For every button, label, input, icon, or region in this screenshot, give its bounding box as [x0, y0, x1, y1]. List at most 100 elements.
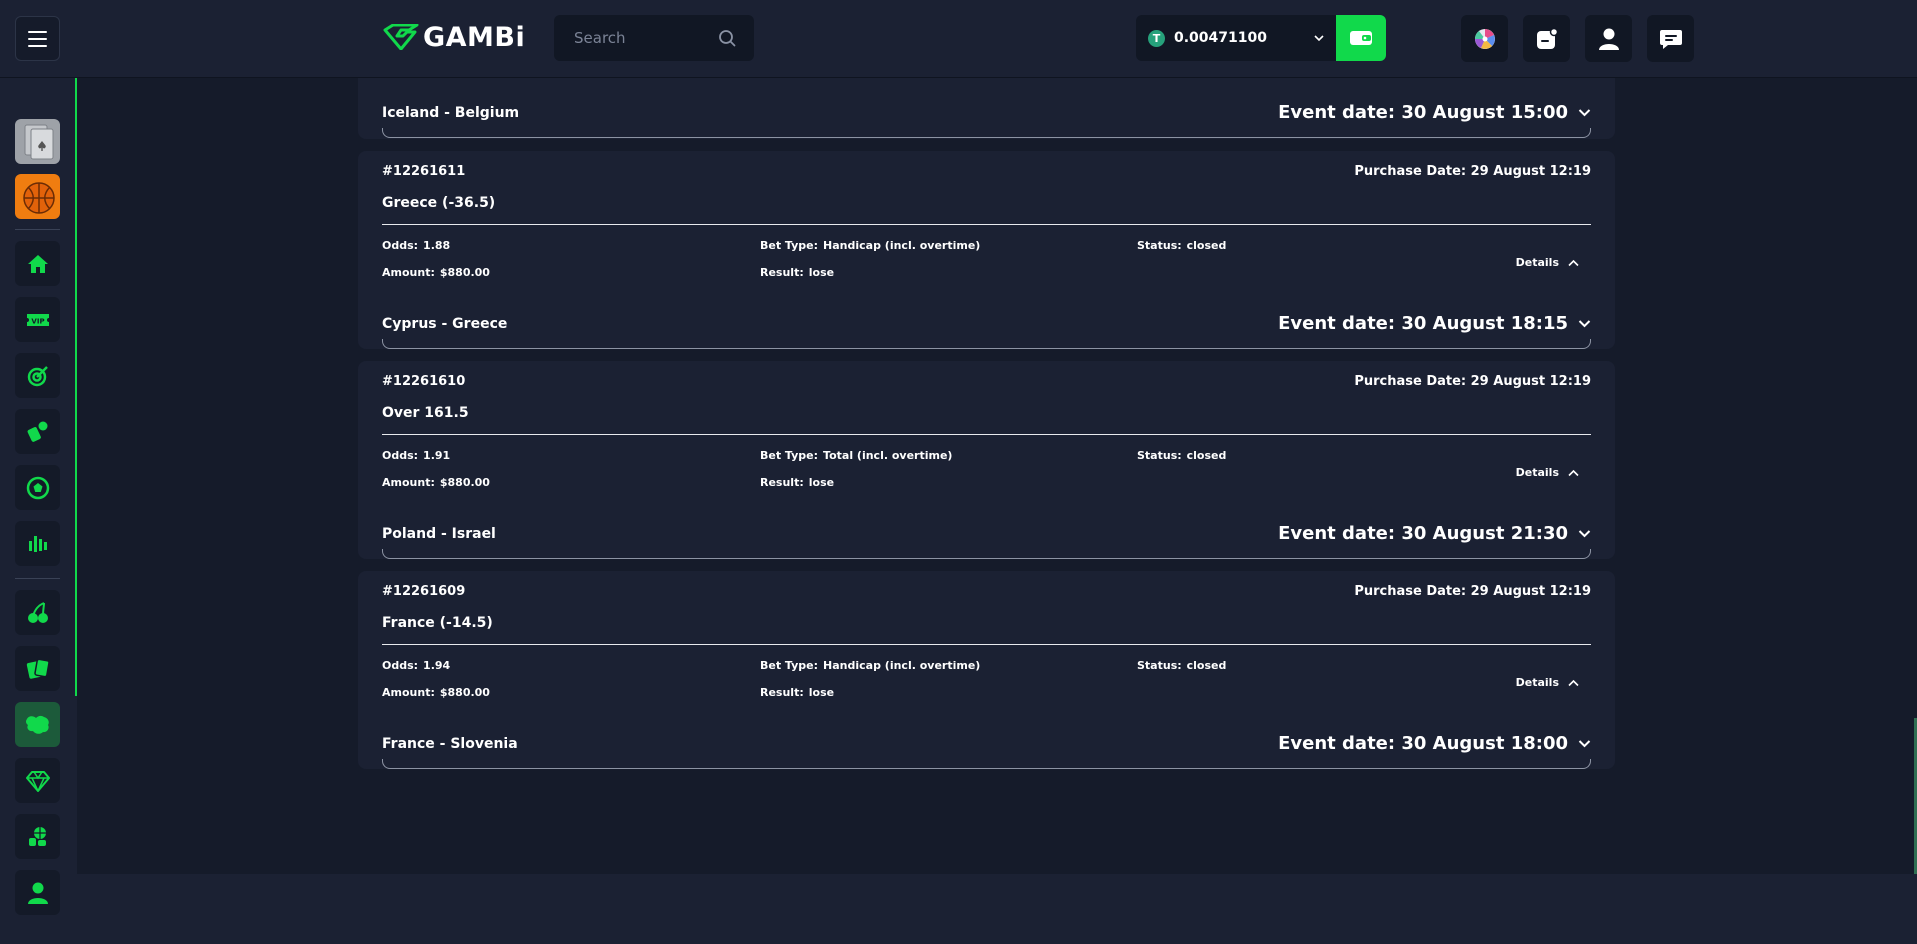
svg-text:VIP: VIP — [31, 317, 44, 325]
sidebar-item-trading[interactable] — [15, 521, 60, 566]
sidebar-card-game-tile[interactable] — [15, 119, 60, 164]
basketball-player-icon — [28, 826, 46, 846]
bet-type-value: Handicap (incl. overtime) — [823, 239, 981, 252]
bet-type-value: Total (incl. overtime) — [823, 449, 953, 462]
bet-selection: Over 161.5 — [382, 405, 469, 421]
sidebar-item-target[interactable] — [15, 353, 60, 398]
amount-value: $880.00 — [439, 266, 490, 279]
odds-field: Odds: 1.91 — [382, 449, 451, 462]
event-date-toggle[interactable]: Event date: 30 August 15:00 — [1278, 102, 1591, 123]
cherries-icon — [27, 601, 48, 623]
search-icon[interactable] — [718, 29, 736, 47]
bet-id: #12261611 — [382, 164, 466, 179]
result-field: Result: lose — [760, 476, 835, 489]
brand-logo[interactable]: GAMBi — [383, 20, 525, 54]
event-date-toggle[interactable]: Event date: 30 August 18:00 — [1278, 733, 1591, 754]
status-value: closed — [1186, 449, 1227, 462]
event-date-toggle[interactable]: Event date: 30 August 18:15 — [1278, 313, 1591, 334]
bet-type-field: Bet Type: Handicap (incl. overtime) — [760, 239, 981, 252]
chevron-down-icon — [1578, 320, 1591, 328]
sidebar-item-world[interactable] — [15, 702, 60, 747]
bet-type-field: Bet Type: Total (incl. overtime) — [760, 449, 953, 462]
match-name: Cyprus - Greece — [382, 316, 508, 332]
balance-selector[interactable]: T 0.00471100 — [1136, 15, 1336, 61]
status-value: closed — [1186, 239, 1227, 252]
status-field: Status: closed — [1137, 239, 1227, 252]
odds-field: Odds: 1.94 — [382, 659, 451, 672]
menu-button[interactable] — [15, 16, 60, 61]
bet-card: #12261611 Purchase Date: 29 August 12:19… — [358, 151, 1615, 349]
football-icon — [26, 476, 49, 499]
profile-button[interactable] — [1585, 15, 1632, 62]
result-field: Result: lose — [760, 266, 835, 279]
chevron-up-icon — [1568, 679, 1579, 686]
wallet-icon — [1350, 31, 1372, 45]
wallet-button[interactable] — [1336, 15, 1386, 61]
sidebar-item-vip[interactable]: VIP — [15, 297, 60, 342]
notifications-button[interactable] — [1523, 15, 1570, 62]
match-name: Iceland - Belgium — [382, 105, 520, 121]
chat-button[interactable] — [1647, 15, 1694, 62]
user-icon — [1598, 28, 1619, 50]
target-icon — [27, 365, 48, 386]
details-toggle[interactable]: Details — [1516, 466, 1579, 479]
sidebar-item-football[interactable] — [15, 465, 60, 510]
search-box[interactable] — [554, 15, 754, 61]
user-icon — [27, 882, 48, 904]
cards-icon — [26, 658, 50, 679]
amount-value: $880.00 — [439, 686, 490, 699]
amount-value: $880.00 — [439, 476, 490, 489]
tether-coin-icon: T — [1148, 29, 1165, 47]
sidebar-item-cards[interactable] — [15, 646, 60, 691]
sidebar-item-slots[interactable] — [15, 590, 60, 635]
amount-field: Amount: $880.00 — [382, 476, 490, 489]
sidebar-item-basketball[interactable] — [15, 814, 60, 859]
bet-card-partial: Iceland - Belgium Event date: 30 August … — [358, 78, 1615, 139]
sidebar-item-sports[interactable] — [15, 409, 60, 454]
bet-id: #12261609 — [382, 584, 466, 599]
sidebar-item-home[interactable] — [15, 241, 60, 286]
balance-value: 0.00471100 — [1174, 30, 1267, 46]
home-icon — [27, 254, 48, 273]
notification-icon — [1536, 27, 1558, 49]
chevron-up-icon — [1568, 469, 1579, 476]
bet-selection: Greece (-36.5) — [382, 195, 496, 211]
event-date: Event date: 30 August 18:15 — [1278, 313, 1568, 334]
purchase-date: Purchase Date: 29 August 12:19 — [1354, 374, 1591, 389]
chevron-down-icon — [1578, 530, 1591, 538]
chevron-down-icon — [1314, 35, 1324, 42]
event-date: Event date: 30 August 15:00 — [1278, 102, 1568, 123]
odds-value: 1.88 — [423, 239, 451, 252]
wheel-of-fortune-button[interactable] — [1461, 15, 1508, 62]
result-value: lose — [808, 266, 835, 279]
event-date: Event date: 30 August 21:30 — [1278, 523, 1568, 544]
content-footer-band — [77, 874, 1917, 944]
details-toggle[interactable]: Details — [1516, 676, 1579, 689]
event-date: Event date: 30 August 18:00 — [1278, 733, 1568, 754]
sidebar-basketball-tile[interactable] — [15, 174, 60, 219]
bet-id: #12261610 — [382, 374, 466, 389]
vip-icon: VIP — [26, 313, 49, 326]
search-input[interactable] — [574, 29, 704, 47]
odds-field: Odds: 1.88 — [382, 239, 451, 252]
amount-field: Amount: $880.00 — [382, 686, 490, 699]
status-field: Status: closed — [1137, 659, 1227, 672]
match-name: Poland - Israel — [382, 526, 496, 542]
basketball-icon — [15, 174, 60, 219]
bet-card: #12261609 Purchase Date: 29 August 12:19… — [358, 571, 1615, 769]
match-name: France - Slovenia — [382, 736, 518, 752]
bet-card: #12261610 Purchase Date: 29 August 12:19… — [358, 361, 1615, 559]
amount-field: Amount: $880.00 — [382, 266, 490, 279]
diamond-icon — [25, 770, 50, 792]
world-map-icon — [25, 715, 49, 734]
event-date-toggle[interactable]: Event date: 30 August 21:30 — [1278, 523, 1591, 544]
status-field: Status: closed — [1137, 449, 1227, 462]
brand-name: GAMBi — [423, 21, 526, 53]
sidebar-item-diamond[interactable] — [15, 758, 60, 803]
details-toggle[interactable]: Details — [1516, 256, 1579, 269]
playing-card-icon — [15, 119, 60, 164]
sidebar-item-user[interactable] — [15, 870, 60, 915]
result-value: lose — [808, 476, 835, 489]
bet-selection: France (-14.5) — [382, 615, 493, 631]
menu-icon — [28, 30, 47, 33]
